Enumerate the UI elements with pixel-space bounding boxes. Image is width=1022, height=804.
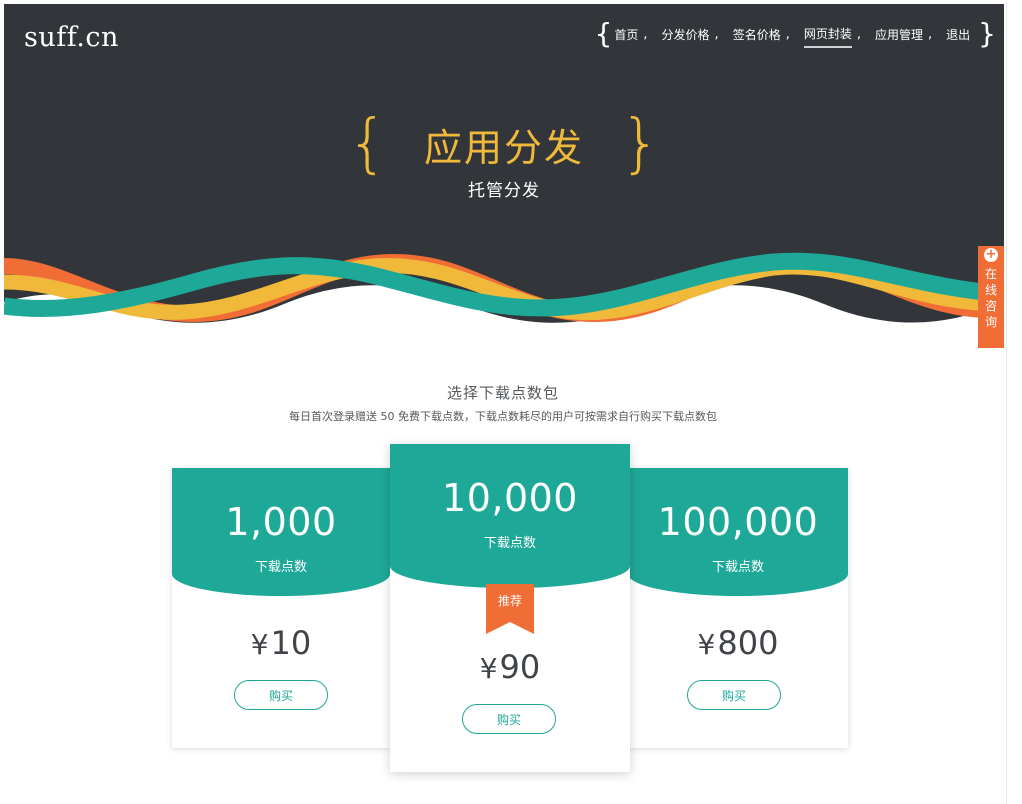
currency-symbol: ¥ (479, 652, 498, 685)
site-logo[interactable]: suff.cn (24, 22, 119, 53)
plan-card-header: 10,000 下载点数 (390, 444, 630, 588)
plan-price: ¥10 (172, 624, 390, 662)
nav-item-logout[interactable]: 退出 (946, 22, 970, 47)
plan-unit: 下载点数 (254, 560, 307, 575)
plan-points: 1,000 (225, 500, 337, 544)
section-title: 选择下载点数包 (446, 384, 559, 402)
plan-price-value: 90 (499, 648, 541, 686)
recommended-badge: 推荐 (486, 584, 534, 634)
plan-card-header: 1,000 下载点数 (172, 468, 390, 596)
online-consult-button[interactable]: + 在线咨询 (978, 246, 1004, 348)
nav-separator: , (785, 26, 790, 42)
plan-card-10000: 10,000 下载点数 推荐 ¥90 购买 (390, 444, 630, 772)
plan-card-100000: 100,000 下载点数 ¥800 购买 (628, 468, 848, 748)
buy-button[interactable]: 购买 (234, 680, 328, 710)
nav-item-signature-price[interactable]: 签名价格 (733, 22, 781, 47)
scrollbar-track[interactable] (1006, 0, 1022, 804)
nav-separator: , (643, 26, 648, 42)
nav-brace-open: { (594, 17, 613, 50)
plan-unit: 下载点数 (483, 536, 536, 551)
hero-brace-open: { (347, 107, 388, 181)
plan-points: 10,000 (442, 476, 578, 520)
decorative-waves (4, 234, 1004, 334)
hero-title-text: 应用分发 (423, 125, 584, 170)
hero-title-wrap: { 应用分发 } (4, 112, 1004, 176)
nav-item-distribution-price[interactable]: 分发价格 (662, 22, 710, 47)
main-nav: { 首页, 分发价格, 签名价格, 网页封装, 应用管理, 退出 } (595, 20, 996, 48)
nav-brace-close: } (978, 17, 996, 50)
nav-separator: , (714, 26, 719, 42)
recommended-badge-label: 推荐 (497, 594, 522, 608)
section-description: 每日首次登录赠送 50 免费下载点数，下载点数耗尽的用户可按需求自行购买下载点数… (289, 410, 717, 423)
plan-price: ¥800 (628, 624, 848, 662)
hero-brace-close: } (620, 107, 661, 181)
plan-points: 100,000 (657, 500, 819, 544)
plan-price: ¥90 (390, 648, 630, 686)
nav-item-home[interactable]: 首页 (614, 22, 638, 47)
plan-unit: 下载点数 (711, 560, 764, 575)
plan-card-header: 100,000 下载点数 (628, 468, 848, 596)
nav-item-web-packaging[interactable]: 网页封装 (803, 21, 852, 48)
plan-card-1000: 1,000 下载点数 ¥10 购买 (172, 468, 390, 748)
buy-button[interactable]: 购买 (462, 704, 556, 734)
nav-separator: , (856, 26, 861, 42)
hero-banner: suff.cn { 首页, 分发价格, 签名价格, 网页封装, 应用管理, 退出… (4, 4, 1004, 334)
nav-item-app-management[interactable]: 应用管理 (875, 22, 923, 47)
currency-symbol: ¥ (250, 628, 269, 661)
online-consult-label: 在线咨询 (984, 267, 997, 329)
currency-symbol: ¥ (697, 628, 716, 661)
hero-title: { 应用分发 } (347, 112, 660, 176)
nav-separator: , (928, 26, 933, 42)
plan-price-value: 800 (717, 624, 779, 662)
plan-price-value: 10 (270, 624, 312, 662)
buy-button[interactable]: 购买 (687, 680, 781, 710)
hero-subtitle: 托管分发 (468, 181, 540, 201)
plus-circle-icon: + (984, 247, 998, 262)
